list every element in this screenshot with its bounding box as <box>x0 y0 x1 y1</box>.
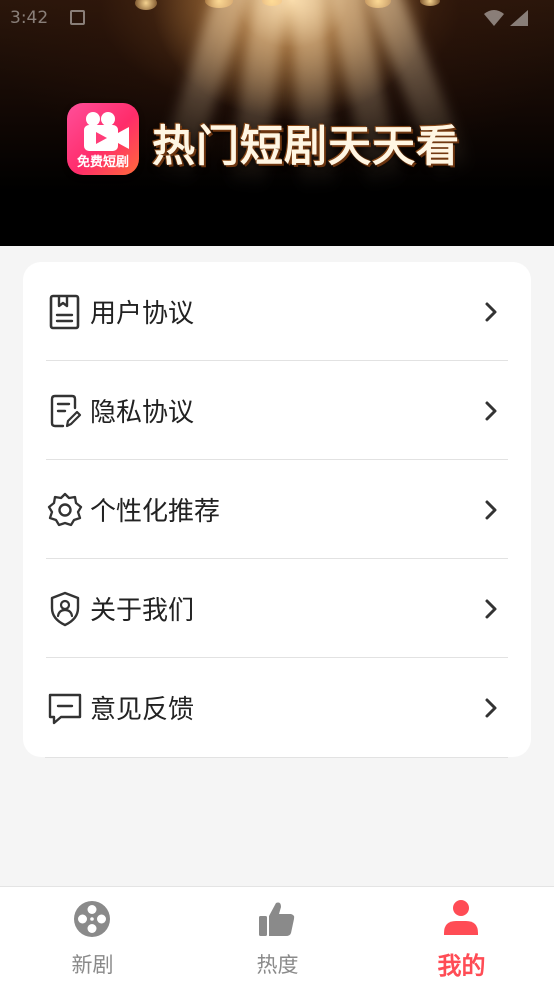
divider <box>45 757 508 758</box>
menu-item-label: 关于我们 <box>90 596 195 626</box>
bokeh-light <box>420 0 440 6</box>
menu-item-label: 个性化推荐 <box>90 497 221 527</box>
notification-icon <box>70 10 85 25</box>
bokeh-light <box>135 0 157 10</box>
chevron-right-icon <box>485 599 497 619</box>
film-reel-icon <box>74 901 110 937</box>
menu-item-label: 隐私协议 <box>90 398 195 428</box>
menu-item-user-agreement[interactable]: 用户协议 <box>23 262 531 361</box>
edit-document-icon <box>50 394 82 428</box>
document-icon <box>49 294 80 330</box>
menu-item-label: 用户协议 <box>90 299 195 329</box>
chevron-right-icon <box>485 698 497 718</box>
tab-mine[interactable]: 我的 <box>369 887 554 985</box>
chevron-right-icon <box>485 302 497 322</box>
chevron-right-icon <box>485 401 497 421</box>
bottom-tab-bar: 新剧 热度 我的 <box>0 886 554 985</box>
logo-label: 免费短剧 <box>76 155 129 170</box>
settings-gear-icon <box>47 492 83 527</box>
hero-banner: 3:42 免费短剧 热门短剧天天看 <box>0 0 554 246</box>
menu-item-about-us[interactable]: 关于我们 <box>23 559 531 658</box>
signal-wifi-icon <box>484 10 528 26</box>
menu-item-privacy-agreement[interactable]: 隐私协议 <box>23 361 531 460</box>
chevron-right-icon <box>485 500 497 520</box>
tab-label: 热度 <box>256 953 299 977</box>
app-logo: 免费短剧 <box>67 103 139 175</box>
tab-label: 新剧 <box>71 953 114 977</box>
shield-user-icon <box>50 591 80 627</box>
menu-item-label: 意见反馈 <box>90 695 195 725</box>
status-time: 3:42 <box>10 8 49 28</box>
thumbs-up-icon <box>259 902 295 936</box>
menu-item-personalized-recommendation[interactable]: 个性化推荐 <box>23 460 531 559</box>
settings-menu-card: 用户协议 隐私协议 个性化推荐 关于我们 意见反馈 <box>23 262 531 757</box>
user-icon <box>444 900 478 935</box>
tab-new-dramas[interactable]: 新剧 <box>0 887 185 985</box>
tab-popularity[interactable]: 热度 <box>185 887 370 985</box>
menu-item-feedback[interactable]: 意见反馈 <box>23 658 531 757</box>
tab-label: 我的 <box>437 952 486 980</box>
hero-title: 热门短剧天天看 <box>152 122 460 172</box>
message-icon <box>48 693 82 725</box>
